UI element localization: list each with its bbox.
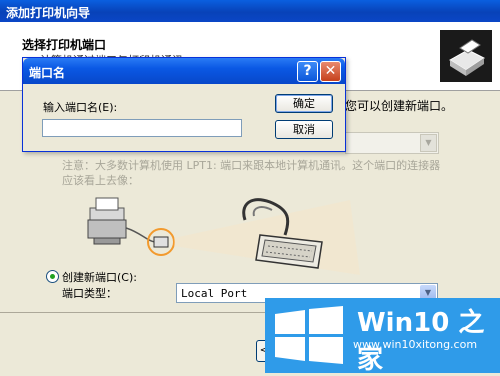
watermark: Win10 之家 www.win10xitong.com bbox=[265, 298, 500, 375]
port-name-input[interactable] bbox=[42, 119, 242, 137]
dialog-titlebar: 端口名 ? ✕ bbox=[23, 58, 345, 84]
cancel-button[interactable]: 取消 bbox=[275, 120, 333, 139]
local-printer-icon bbox=[87, 197, 127, 245]
watermark-url: www.win10xitong.com bbox=[353, 338, 478, 351]
port-type-label: 端口类型： bbox=[62, 287, 117, 300]
page-title: 选择打印机端口 bbox=[22, 38, 107, 52]
port-name-dialog: 端口名 ? ✕ 输入端口名(E): 确定 取消 bbox=[22, 57, 346, 152]
create-new-port-label: 创建新端口(C): bbox=[62, 271, 137, 284]
create-new-port-radio[interactable] bbox=[46, 270, 59, 283]
printer-icon bbox=[440, 30, 492, 82]
port-type-value: Local Port bbox=[181, 287, 248, 300]
dialog-title: 端口名 bbox=[29, 66, 66, 80]
create-port-hint: 您可以创建新端口。 bbox=[345, 99, 454, 113]
wizard-titlebar: 添加打印机向导 bbox=[0, 0, 500, 22]
chevron-down-icon: ▼ bbox=[420, 134, 437, 152]
existing-port-dropdown[interactable]: ▼ bbox=[345, 132, 439, 154]
wizard-title: 添加打印机向导 bbox=[6, 6, 91, 20]
close-button[interactable]: ✕ bbox=[320, 61, 341, 82]
windows-logo-icon bbox=[275, 306, 343, 364]
port-name-label: 输入端口名(E): bbox=[43, 101, 118, 114]
help-button[interactable]: ? bbox=[297, 61, 318, 82]
port-illustration bbox=[60, 180, 360, 275]
create-new-port-option[interactable]: 创建新端口(C): bbox=[46, 269, 137, 285]
ok-button[interactable]: 确定 bbox=[275, 94, 333, 113]
